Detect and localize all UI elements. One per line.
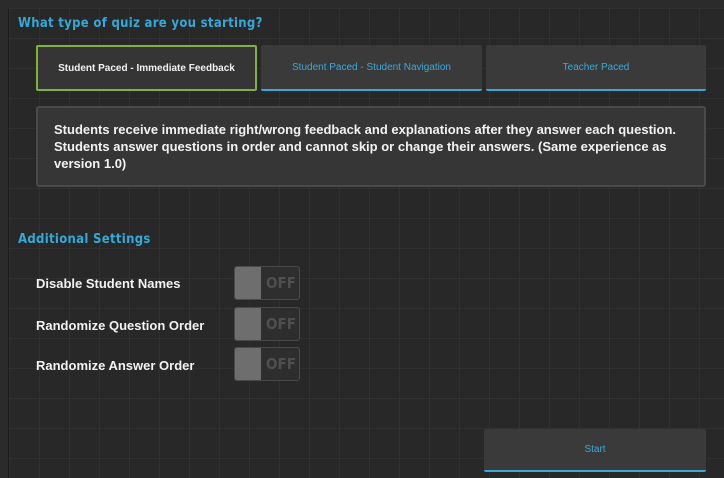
tab-label: Student Paced - Student Navigation (292, 61, 451, 73)
quiz-type-tabs: Student Paced - Immediate Feedback Stude… (28, 45, 706, 97)
start-button-label: Start (584, 444, 606, 455)
toggle-knob (235, 348, 261, 380)
toggle-knob (235, 267, 261, 299)
toggle-state: OFF (266, 274, 296, 292)
setting-label-disable-student-names: Disable Student Names (36, 276, 181, 291)
setting-label-randomize-answer-order: Randomize Answer Order (36, 358, 195, 373)
tab-label: Teacher Paced (562, 61, 630, 73)
tab-student-paced-immediate-feedback[interactable]: Student Paced - Immediate Feedback (36, 45, 257, 91)
toggle-knob (235, 308, 261, 340)
tab-label: Student Paced - Immediate Feedback (58, 62, 235, 74)
randomize-question-order-toggle[interactable]: OFF (234, 307, 300, 341)
start-button[interactable]: Start (484, 429, 706, 472)
toggle-state: OFF (266, 315, 296, 333)
toggle-state: OFF (266, 355, 296, 373)
quiz-type-heading: What type of quiz are you starting? (18, 16, 263, 31)
quiz-type-description: Students receive immediate right/wrong f… (36, 106, 706, 187)
tab-student-paced-student-navigation[interactable]: Student Paced - Student Navigation (261, 45, 482, 91)
randomize-answer-order-toggle[interactable]: OFF (234, 347, 300, 381)
additional-settings-heading: Additional Settings (18, 232, 151, 247)
disable-student-names-toggle[interactable]: OFF (234, 266, 300, 300)
setting-label-randomize-question-order: Randomize Question Order (36, 318, 205, 333)
tab-teacher-paced[interactable]: Teacher Paced (486, 45, 706, 91)
